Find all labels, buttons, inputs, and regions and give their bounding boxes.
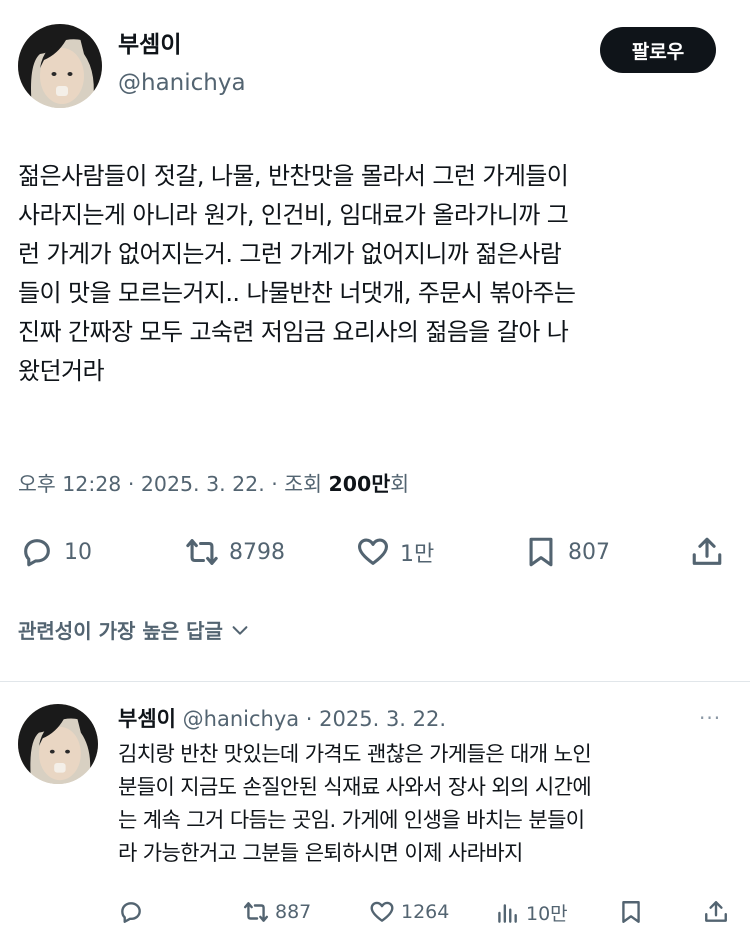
share-upload-icon: [705, 901, 727, 922]
reply-like-button[interactable]: 1264: [369, 899, 449, 925]
reply-reply-button[interactable]: [118, 899, 144, 925]
view-count: 200만: [328, 472, 391, 496]
heart-icon: [370, 901, 394, 922]
reply-text-line: 라 가능한거고 그분들 은퇴하시면 이제 사라바지: [118, 841, 523, 865]
avatar-photo: [18, 704, 98, 784]
view-count-suffix: 회: [390, 472, 410, 496]
tweet-text-line: 사라지는게 아니라 원가, 인건비, 임대료가 올라가니까 그: [18, 201, 569, 229]
retweet-count: 8798: [229, 539, 285, 565]
more-options-icon[interactable]: ···: [699, 706, 721, 730]
section-divider: [0, 681, 750, 682]
tweet-text-line: 런 가게가 없어지는거. 그런 가게가 없어지니까 젊은사람: [18, 240, 562, 268]
tweet-text: 젊은사람들이 젓갈, 나물, 반찬맛을 몰라서 그런 가게들이 사라지는게 아니…: [18, 157, 736, 391]
reply-author-name[interactable]: 부셈이: [118, 707, 176, 731]
speech-bubble-icon: [24, 539, 50, 567]
reply-text: 김치랑 반찬 맛있는데 가격도 괜찮은 가게들은 대개 노인 분들이 지금도 손…: [118, 738, 738, 870]
bookmark-button[interactable]: 807: [524, 535, 610, 569]
reply-views-button[interactable]: 10만: [494, 899, 568, 926]
like-count: 1만: [400, 542, 435, 567]
bookmark-icon: [622, 901, 640, 923]
speech-bubble-icon: [121, 902, 141, 923]
chevron-down-icon: [232, 625, 248, 635]
tweet-text-line: 젊은사람들이 젓갈, 나물, 반찬맛을 몰라서 그런 가게들이: [18, 162, 569, 190]
reply-author-avatar[interactable]: [18, 704, 98, 784]
reply-sort-label: 관련성이 가장 높은 답글: [18, 619, 223, 643]
bookmark-count: 807: [568, 539, 610, 565]
reply-like-count: 1264: [401, 901, 450, 923]
reply-count: 10: [64, 539, 92, 565]
tweet-text-line: 왔던거라: [18, 357, 105, 385]
bar-chart-icon: [498, 903, 517, 923]
reply-text-line: 는 계속 그거 다듬는 곳임. 가게에 인생을 바치는 분들이: [118, 808, 585, 832]
retweet-arrows-icon: [186, 539, 218, 565]
like-button[interactable]: 1만: [356, 535, 434, 569]
tweet-meta: 오후 12:28 · 2025. 3. 22. · 조회 200만회: [18, 468, 409, 500]
share-button[interactable]: [690, 535, 724, 569]
reply-retweet-button[interactable]: 887: [243, 899, 311, 925]
tweet-text-line: 진짜 간짜장 모두 고숙련 저임금 요리사의 젊음을 갈아 나: [18, 318, 569, 346]
heart-icon: [357, 538, 389, 565]
reply-bookmark-button[interactable]: [618, 899, 644, 925]
share-upload-icon: [692, 537, 722, 565]
avatar-photo: [18, 24, 102, 108]
reply-handle-date[interactable]: @hanichya · 2025. 3. 22.: [183, 707, 446, 731]
tweet-text-line: 들이 맛을 모르는거지.. 나물반찬 너댓개, 주문시 볶아주는: [18, 279, 576, 307]
reply-button[interactable]: 10: [20, 535, 92, 569]
reply-share-button[interactable]: [703, 899, 729, 925]
reply-text-line: 분들이 지금도 손질안된 식재료 사와서 장사 외의 시간에: [118, 775, 592, 799]
reply-view-count: 10만: [526, 903, 568, 925]
reply-retweet-count: 887: [275, 901, 312, 923]
retweet-arrows-icon: [243, 902, 269, 922]
author-avatar[interactable]: [18, 24, 102, 108]
author-name[interactable]: 부셈이: [118, 30, 181, 60]
reply-sort-dropdown[interactable]: 관련성이 가장 높은 답글: [18, 615, 251, 644]
retweet-button[interactable]: 8798: [185, 535, 285, 569]
bookmark-icon: [529, 537, 553, 567]
follow-button[interactable]: 팔로우: [600, 27, 716, 73]
reply-header: 부셈이 @hanichya · 2025. 3. 22.: [118, 705, 446, 733]
reply-text-line: 김치랑 반찬 맛있는데 가격도 괜찮은 가게들은 대개 노인: [118, 742, 592, 766]
author-handle[interactable]: @hanichya: [118, 68, 246, 98]
timestamp-date[interactable]: 오후 12:28 · 2025. 3. 22. · 조회: [18, 472, 329, 496]
